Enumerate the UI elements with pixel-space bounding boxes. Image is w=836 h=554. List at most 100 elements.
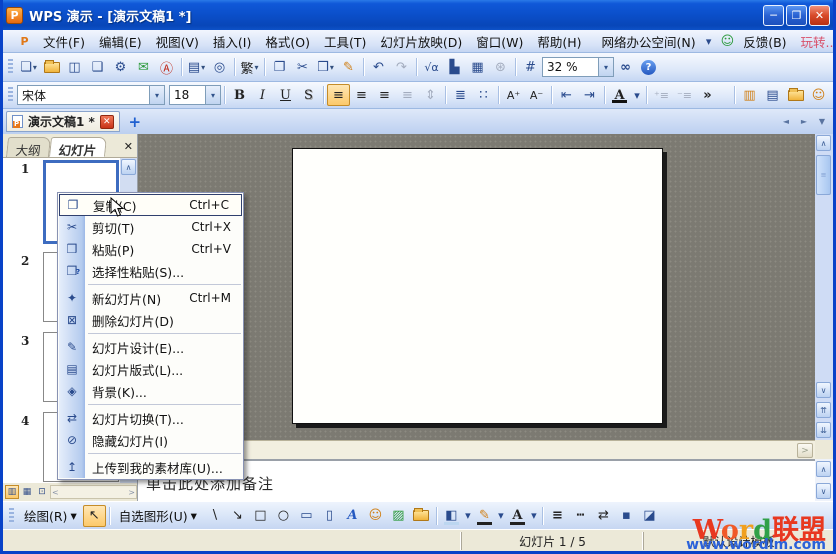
context-slide-transition[interactable]: ⇄ 幻灯片切换(T)... (58, 407, 243, 429)
tab-slides[interactable]: 幻灯片 (49, 137, 107, 157)
undo-button[interactable]: ↶ (367, 56, 390, 78)
save-button[interactable]: ◫ (63, 56, 86, 78)
justify-button[interactable]: ≡ (396, 84, 419, 106)
toolbar-grip[interactable] (8, 59, 13, 75)
bullet-list-button[interactable]: ∷ (472, 84, 495, 106)
menu-format[interactable]: 格式(O) (258, 29, 317, 54)
font-name-value[interactable]: 宋体 (22, 87, 46, 104)
align-center-button[interactable]: ≡ (350, 84, 373, 106)
slide-editing-surface[interactable] (292, 148, 663, 424)
export-button[interactable]: ❑ (86, 56, 109, 78)
tab-scroll-right-button[interactable]: ► (796, 114, 812, 130)
minimize-button[interactable]: ─ (763, 5, 784, 26)
send-mail-button[interactable]: ✉ (132, 56, 155, 78)
slide-layout-pane-button[interactable]: ▤ (761, 84, 784, 106)
tab-outline[interactable]: 大纲 (6, 137, 51, 157)
menu-file[interactable]: 文件(F) (36, 29, 92, 54)
menu-tools[interactable]: 工具(T) (317, 29, 373, 54)
context-new-slide[interactable]: ✦ 新幻灯片(N) Ctrl+M (58, 287, 243, 309)
new-tab-button[interactable]: + (126, 112, 144, 131)
document-close-icon[interactable]: ✕ (100, 115, 114, 129)
paste-button[interactable]: ❒▾ (314, 56, 337, 78)
insert-chart-button[interactable]: ▙ (443, 56, 466, 78)
document-tab[interactable]: 演示文稿1 * ✕ (6, 111, 120, 132)
hyperlink-button[interactable]: ⊛ (489, 56, 512, 78)
scroll-right-button[interactable]: > (797, 443, 813, 458)
notes-scrollbar[interactable]: ∧ ∨ (815, 459, 833, 501)
scroll-down-button[interactable]: ∨ (816, 483, 831, 499)
select-objects-button[interactable]: ↖ (83, 505, 106, 527)
chinese-convert-button[interactable]: 繁▾ (238, 56, 261, 78)
find-button[interactable]: ∞ (614, 56, 637, 78)
main-vertical-scrollbar[interactable]: ∧ ≡ ∨ ⇈ ⇊ (815, 134, 833, 440)
help-button[interactable]: ? (637, 56, 660, 78)
line-tool-button[interactable]: ∖ (203, 505, 226, 527)
menu-network-space[interactable]: 网络办公空间(N) (595, 29, 703, 54)
insert-table-button[interactable]: ▦ (466, 56, 489, 78)
font-color-button[interactable]: A (506, 505, 529, 527)
cut-button[interactable]: ✂ (291, 56, 314, 78)
normal-view-button[interactable]: ▥ (5, 485, 19, 499)
italic-button[interactable]: I (251, 84, 274, 106)
fill-color-dropdown[interactable]: ▾ (463, 505, 473, 527)
distribute-button[interactable]: ⇕ (419, 84, 442, 106)
menu-insert[interactable]: 插入(I) (206, 29, 258, 54)
chevron-down-icon[interactable]: ▾ (205, 86, 220, 104)
user-search-button[interactable]: ☺ (807, 84, 830, 106)
scroll-down-button[interactable]: ∨ (816, 382, 831, 398)
print-preview-button[interactable]: ◎ (208, 56, 231, 78)
tab-list-button[interactable]: ▼ (814, 114, 830, 130)
font-color-dropdown[interactable]: ▾ (631, 84, 643, 106)
scroll-left-icon[interactable]: < (52, 488, 59, 497)
print-button[interactable]: ▤▾ (185, 56, 208, 78)
chevron-down-icon[interactable]: ▾ (703, 30, 715, 52)
tab-scroll-left-button[interactable]: ◄ (778, 114, 794, 130)
vertical-textbox-tool-button[interactable]: ▯ (318, 505, 341, 527)
chevron-down-icon[interactable]: ▾ (598, 58, 613, 76)
context-paste-special[interactable]: ❒ 选择性粘贴(S)... (58, 260, 243, 282)
context-background[interactable]: ◈ 背景(K)... (58, 380, 243, 402)
context-slide-layout[interactable]: ▤ 幻灯片版式(L)... (58, 358, 243, 380)
scroll-up-button[interactable]: ∧ (816, 135, 831, 151)
new-document-button[interactable]: ❏▾ (17, 56, 40, 78)
menu-feedback[interactable]: 反馈(B) (736, 29, 793, 54)
autoshapes-label[interactable]: 自选图形(U) (119, 506, 188, 525)
pane-close-icon[interactable]: ✕ (124, 140, 133, 153)
context-paste[interactable]: ❒ 粘贴(P) Ctrl+V (58, 238, 243, 260)
align-right-button[interactable]: ≡ (373, 84, 396, 106)
wordart-button[interactable]: A (341, 505, 364, 527)
linespace-decrease-button[interactable]: ⁻≡ (673, 84, 696, 106)
insert-picture-button[interactable]: ▨ (387, 505, 410, 527)
gridlines-button[interactable]: # (519, 56, 542, 78)
clipart-button[interactable]: ☺ (364, 505, 387, 527)
scroll-up-button[interactable]: ∧ (121, 159, 136, 175)
panel-hscrollbar[interactable]: < > (50, 485, 137, 499)
slideshow-view-button[interactable]: ⊡ (35, 485, 49, 499)
font-size-combo[interactable]: 18 ▾ (169, 85, 221, 105)
context-copy[interactable]: ❐ 复制(C) Ctrl+C (59, 194, 242, 216)
menu-slideshow[interactable]: 幻灯片放映(D) (373, 29, 469, 54)
menu-promo[interactable]: 玩转... (794, 29, 836, 54)
oval-tool-button[interactable]: ○ (272, 505, 295, 527)
slide-sorter-view-button[interactable]: ▦ (20, 485, 34, 499)
menu-window[interactable]: 窗口(W) (469, 29, 530, 54)
open-button[interactable] (40, 56, 63, 78)
align-left-button[interactable]: ≡ (327, 84, 350, 106)
formula-button[interactable]: √α (420, 56, 443, 78)
arrow-tool-button[interactable]: ↘ (226, 505, 249, 527)
bold-button[interactable]: B (228, 84, 251, 106)
numbered-list-button[interactable]: ≣ (449, 84, 472, 106)
fill-color-button[interactable]: ◧ (440, 505, 463, 527)
export-pdf-button[interactable]: Ⓐ (155, 56, 178, 78)
line-color-dropdown[interactable]: ▾ (496, 505, 506, 527)
zoom-value[interactable]: 32 % (547, 60, 578, 74)
maximize-button[interactable]: ❐ (786, 5, 807, 26)
toolbar-more-button[interactable]: » (696, 84, 719, 106)
scroll-up-button[interactable]: ∧ (816, 461, 831, 477)
menu-view[interactable]: 视图(V) (149, 29, 206, 54)
menu-help[interactable]: 帮助(H) (530, 29, 588, 54)
task-pane-button[interactable]: ▥ (738, 84, 761, 106)
decrease-indent-button[interactable]: ⇤ (555, 84, 578, 106)
menu-edit[interactable]: 编辑(E) (92, 29, 149, 54)
context-slide-design[interactable]: ✎ 幻灯片设计(E)... (58, 336, 243, 358)
